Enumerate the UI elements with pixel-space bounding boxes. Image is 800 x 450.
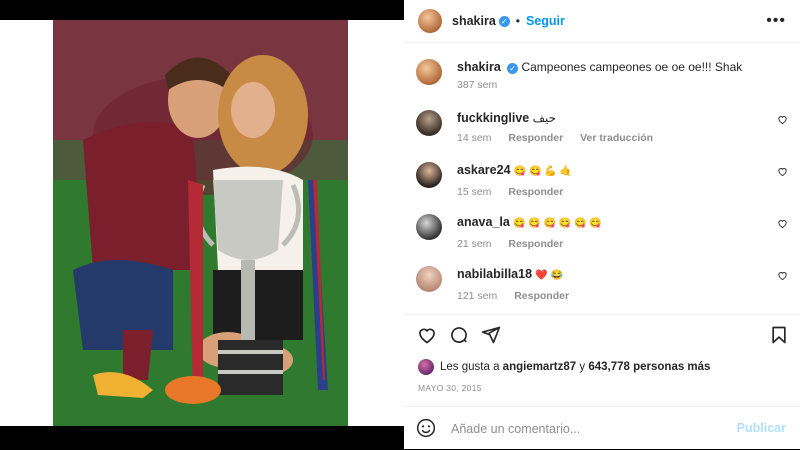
likes-summary: Les gusta a angiemartz87 y 643,778 perso… (418, 359, 710, 375)
comment-text: ❤️ 😂 (535, 270, 564, 281)
bookmark-icon[interactable] (769, 325, 789, 345)
comment-time[interactable]: 15 sem (457, 186, 491, 198)
comments-list: shakira ✓ Campeones campeones oe oe oe!!… (404, 43, 800, 313)
photo-illustration (53, 20, 348, 426)
comment-text: 😋 😋 😋 😋 😋 😋 (513, 218, 602, 229)
likes-joiner: y (579, 361, 586, 373)
translate-button[interactable]: Ver traducción (580, 132, 653, 144)
caption-username[interactable]: shakira (457, 60, 501, 74)
comment-like-heart-icon[interactable] (777, 166, 788, 177)
comment-username[interactable]: askare24 (457, 163, 511, 177)
media-pane (0, 0, 404, 449)
reply-button[interactable]: Responder (508, 132, 563, 144)
comment-time[interactable]: 14 sem (457, 132, 491, 144)
comment-like-heart-icon[interactable] (777, 270, 788, 281)
comment-avatar[interactable] (416, 266, 442, 292)
comment-time[interactable]: 121 sem (457, 290, 497, 302)
comment-text: 😋 😋 💪 🤙 (513, 166, 573, 177)
header-separator: • (515, 14, 520, 28)
author-avatar[interactable] (418, 9, 442, 33)
caption-text: Campeones campeones oe oe oe!!! Shak (521, 60, 743, 74)
author-username[interactable]: shakira (452, 14, 496, 28)
post-date[interactable]: MAYO 30, 2015 (418, 383, 482, 393)
likes-prefix: Les gusta a (440, 361, 500, 373)
publish-button[interactable]: Publicar (737, 421, 786, 435)
post-photo[interactable] (53, 20, 348, 426)
likes-count[interactable]: 643,778 personas más (588, 361, 710, 373)
verified-badge-icon: ✓ (507, 63, 519, 74)
comment-avatar[interactable] (416, 214, 442, 240)
comment-time[interactable]: 21 sem (457, 238, 491, 250)
comment-text: حيف (532, 111, 557, 125)
comment-username[interactable]: fuckkinglive (457, 111, 529, 125)
post-header: shakira ✓ • Seguir ••• (404, 0, 800, 43)
reply-button[interactable]: Responder (514, 290, 569, 302)
liker-username[interactable]: angiemartz87 (503, 361, 577, 373)
post-sidebar: shakira ✓ • Seguir ••• shakira ✓ Campeon… (404, 0, 800, 449)
comment-like-heart-icon[interactable] (777, 114, 788, 125)
caption-avatar[interactable] (416, 59, 442, 85)
emoji-icon[interactable] (416, 418, 436, 438)
send-icon[interactable] (481, 325, 501, 345)
follow-button[interactable]: Seguir (526, 14, 565, 28)
comment-avatar[interactable] (416, 162, 442, 188)
reply-button[interactable]: Responder (508, 238, 563, 250)
comment-like-heart-icon[interactable] (777, 218, 788, 229)
reply-button[interactable]: Responder (508, 186, 563, 198)
comment-username[interactable]: nabilabilla18 (457, 267, 532, 281)
comment-avatar[interactable] (416, 110, 442, 136)
more-options-icon[interactable]: ••• (766, 12, 786, 30)
post-actions: Les gusta a angiemartz87 y 643,778 perso… (404, 314, 800, 407)
verified-badge-icon: ✓ (498, 15, 510, 27)
comment-username[interactable]: anava_la (457, 215, 510, 229)
comment-icon[interactable] (449, 325, 469, 345)
caption-time[interactable]: 387 sem (457, 79, 497, 91)
comment-composer: Publicar (404, 406, 800, 450)
heart-icon[interactable] (417, 325, 437, 345)
liker-avatar[interactable] (418, 359, 434, 375)
comment-input[interactable] (449, 417, 733, 441)
